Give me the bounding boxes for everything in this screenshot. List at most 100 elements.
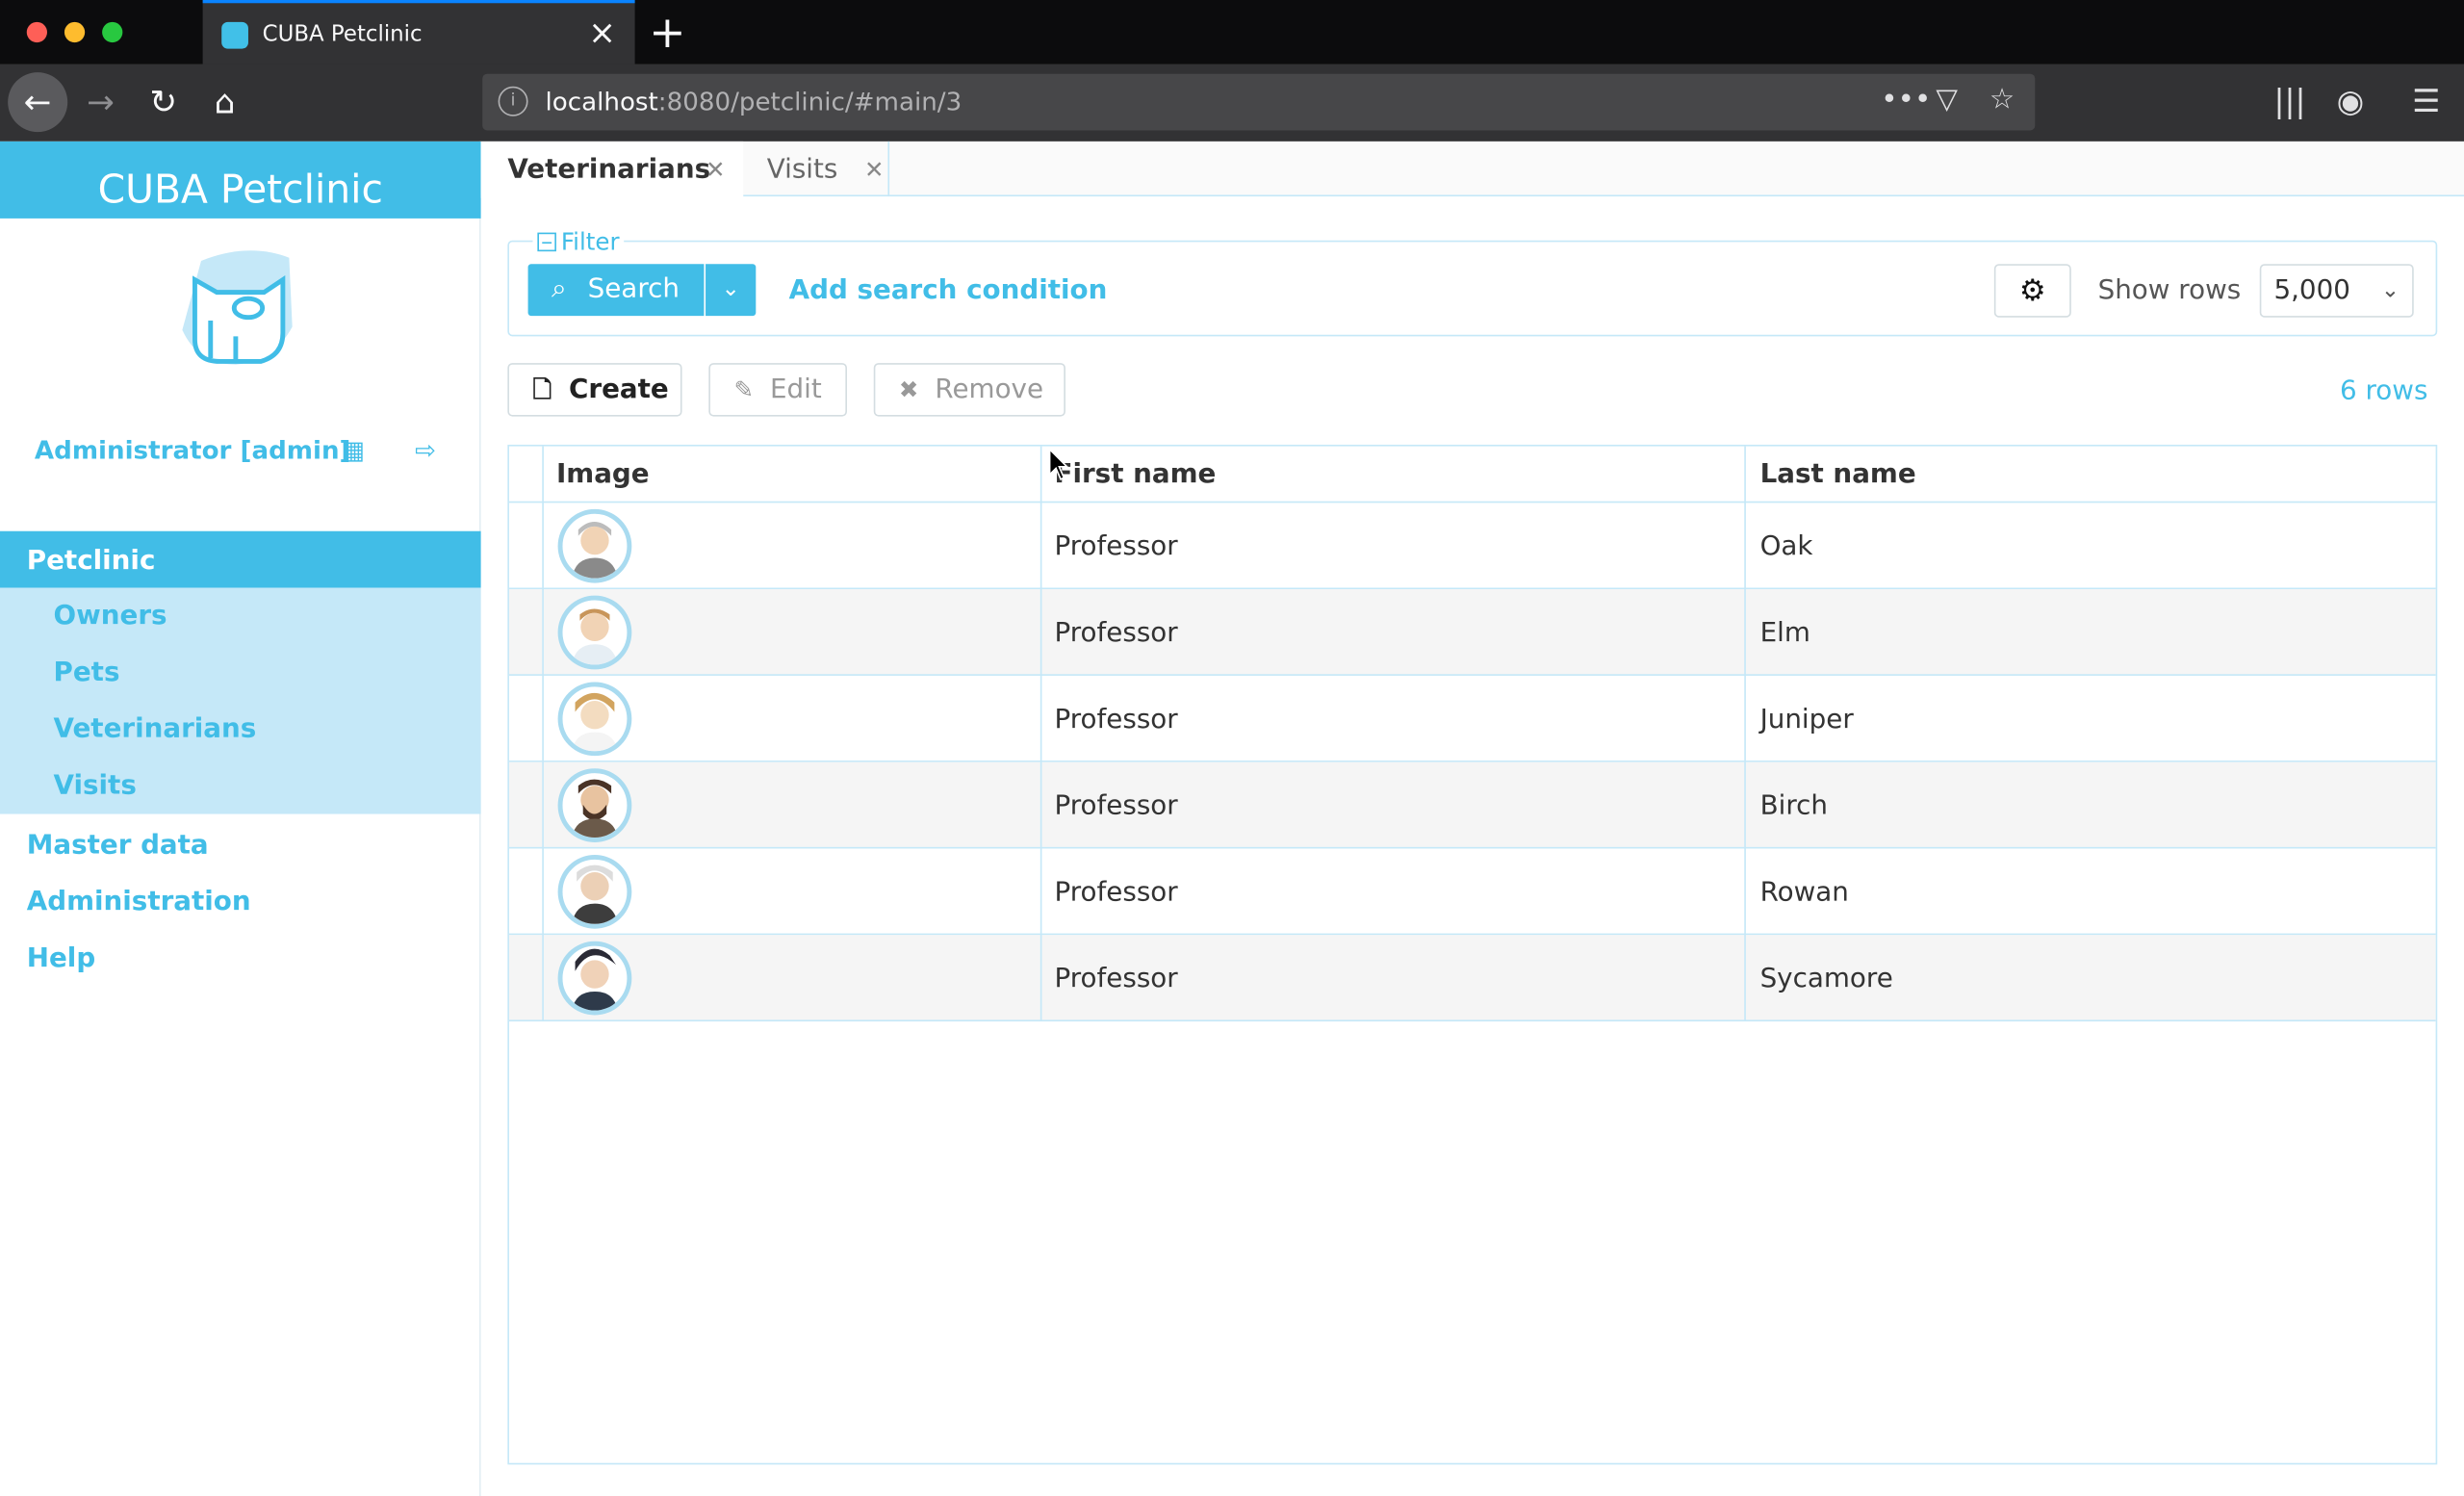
tab-veterinarians-label: Veterinarians bbox=[507, 153, 711, 186]
rows-per-page-select[interactable]: 5,000 ⌄ bbox=[2259, 264, 2414, 318]
user-name[interactable]: Administrator [admin] bbox=[35, 435, 351, 465]
chevron-down-icon: ⌄ bbox=[2380, 277, 2400, 304]
filter-legend[interactable]: Filter bbox=[532, 227, 625, 257]
windows-icon[interactable]: ▦ bbox=[341, 435, 365, 465]
vet-avatar bbox=[557, 595, 632, 670]
favicon-icon bbox=[221, 21, 248, 49]
menu-administration[interactable]: Administration bbox=[27, 887, 251, 918]
page-actions-icon[interactable]: ••• bbox=[1881, 84, 1931, 116]
browser-tab[interactable]: CUBA Petclinic × bbox=[202, 0, 635, 64]
pencil-icon: ✎ bbox=[733, 375, 754, 404]
app-menu-icon[interactable]: ☰ bbox=[2412, 82, 2440, 119]
new-tab-icon[interactable]: + bbox=[649, 7, 685, 59]
menu-item-veterinarians[interactable]: Veterinarians bbox=[54, 713, 257, 745]
menu-item-visits[interactable]: Visits bbox=[54, 770, 137, 802]
first-name-cell: Professor bbox=[1054, 876, 1178, 909]
column-divider bbox=[1040, 446, 1042, 1022]
url-bar[interactable]: i localhost:8080/petclinic/#main/3 ••• ▽… bbox=[482, 73, 2036, 131]
first-name-cell: Professor bbox=[1054, 790, 1178, 822]
browser-tab-title: CUBA Petclinic bbox=[262, 21, 423, 47]
column-divider bbox=[1744, 446, 1746, 1022]
url-text[interactable]: localhost:8080/petclinic/#main/3 bbox=[546, 87, 962, 116]
last-name-cell: Elm bbox=[1759, 617, 1810, 650]
forward-button[interactable]: → bbox=[70, 72, 130, 132]
logout-icon[interactable]: ⇨ bbox=[415, 435, 436, 465]
add-search-condition-link[interactable]: Add search condition bbox=[789, 275, 1108, 307]
reload-button[interactable]: ↻ bbox=[134, 72, 193, 132]
browser-navbar: ← → ↻ ⌂ i localhost:8080/petclinic/#main… bbox=[0, 64, 2464, 142]
tab-visits[interactable]: Visits ✕ bbox=[743, 141, 890, 198]
chevron-down-icon: ⌄ bbox=[721, 276, 740, 302]
first-name-cell: Professor bbox=[1054, 963, 1178, 995]
remove-button[interactable]: ✖ Remove bbox=[873, 363, 1065, 417]
column-header-last-name[interactable]: Last name bbox=[1760, 459, 1916, 491]
search-options-button[interactable]: ⌄ bbox=[706, 264, 757, 317]
last-name-cell: Sycamore bbox=[1759, 963, 1893, 995]
vet-avatar bbox=[557, 682, 632, 757]
url-host: localhost bbox=[545, 86, 658, 116]
bookmark-star-icon[interactable]: ☆ bbox=[1989, 84, 2015, 116]
create-button[interactable]: 🗋 Create bbox=[507, 363, 682, 417]
first-name-cell: Professor bbox=[1054, 530, 1178, 563]
app-tabstrip: Veterinarians ✕ Visits ✕ bbox=[480, 141, 2464, 198]
column-divider bbox=[542, 446, 544, 1022]
app-logo-icon bbox=[182, 250, 293, 365]
library-icon[interactable]: ||| bbox=[2273, 82, 2305, 119]
search-button[interactable]: ⌕ Search bbox=[527, 264, 705, 317]
menu-help[interactable]: Help bbox=[27, 942, 95, 974]
gear-icon: ⚙ bbox=[2018, 273, 2046, 308]
app-sidebar: CUBA Petclinic Administrator [admin] ▦ ⇨… bbox=[0, 141, 481, 1496]
browser-titlebar: CUBA Petclinic × + bbox=[0, 0, 2464, 64]
tab-visits-label: Visits bbox=[766, 153, 838, 186]
remove-icon: ✖ bbox=[898, 375, 919, 404]
table-row[interactable]: Professor Oak bbox=[508, 503, 2436, 590]
table-row[interactable]: Professor Juniper bbox=[508, 676, 2436, 762]
filter-settings-button[interactable]: ⚙ bbox=[1993, 264, 2071, 318]
menu-item-pets[interactable]: Pets bbox=[54, 657, 120, 688]
edit-button[interactable]: ✎ Edit bbox=[708, 363, 847, 417]
last-name-cell: Birch bbox=[1759, 790, 1828, 822]
veterinarians-table: Image First name Last name Professor Oak… bbox=[507, 444, 2438, 1465]
tab-veterinarians[interactable]: Veterinarians ✕ bbox=[480, 141, 744, 198]
edit-button-label: Edit bbox=[769, 374, 822, 406]
submenu-petclinic: Owners Pets Veterinarians Visits bbox=[0, 587, 481, 814]
back-button[interactable]: ← bbox=[8, 72, 68, 133]
table-row[interactable]: Professor Elm bbox=[508, 589, 2436, 676]
last-name-cell: Rowan bbox=[1759, 876, 1849, 909]
menu-item-owners[interactable]: Owners bbox=[54, 601, 167, 632]
table-row[interactable]: Professor Sycamore bbox=[508, 935, 2436, 1022]
menu-petclinic[interactable]: Petclinic bbox=[0, 530, 481, 588]
collapse-icon[interactable] bbox=[537, 232, 556, 252]
maximize-window-button[interactable] bbox=[102, 21, 123, 43]
url-path: :8080/petclinic/#main/3 bbox=[657, 86, 962, 116]
table-header: Image First name Last name bbox=[508, 447, 2436, 503]
table-row[interactable]: Professor Rowan bbox=[508, 848, 2436, 936]
mouse-cursor-icon bbox=[1048, 448, 1069, 480]
close-tab-visits-icon[interactable]: ✕ bbox=[864, 142, 885, 198]
account-icon[interactable]: ◉ bbox=[2337, 82, 2364, 119]
pocket-icon[interactable]: ▽ bbox=[1936, 84, 1958, 116]
search-icon: ⌕ bbox=[552, 273, 567, 305]
close-window-button[interactable] bbox=[26, 21, 47, 43]
close-tab-icon[interactable]: × bbox=[588, 14, 616, 52]
first-name-cell: Professor bbox=[1054, 704, 1178, 735]
document-icon: 🗋 bbox=[532, 375, 552, 404]
site-info-icon[interactable]: i bbox=[498, 86, 528, 116]
vet-avatar bbox=[557, 854, 632, 929]
app-title: CUBA Petclinic bbox=[0, 141, 481, 219]
vet-avatar bbox=[557, 941, 632, 1016]
table-row[interactable]: Professor Birch bbox=[508, 761, 2436, 849]
rows-count[interactable]: 6 rows bbox=[2340, 375, 2427, 407]
rows-per-page-value: 5,000 bbox=[2273, 274, 2350, 307]
filter-legend-label: Filter bbox=[560, 227, 620, 257]
show-rows-label: Show rows bbox=[2097, 274, 2242, 307]
column-header-image[interactable]: Image bbox=[556, 459, 650, 491]
last-name-cell: Juniper bbox=[1759, 704, 1854, 735]
close-tab-veterinarians-icon[interactable]: ✕ bbox=[706, 142, 726, 198]
vet-avatar bbox=[557, 768, 632, 842]
menu-master-data[interactable]: Master data bbox=[27, 830, 209, 862]
home-button[interactable]: ⌂ bbox=[194, 72, 254, 132]
create-button-label: Create bbox=[569, 374, 669, 406]
column-header-first-name[interactable]: First name bbox=[1055, 459, 1217, 491]
minimize-window-button[interactable] bbox=[64, 21, 86, 43]
